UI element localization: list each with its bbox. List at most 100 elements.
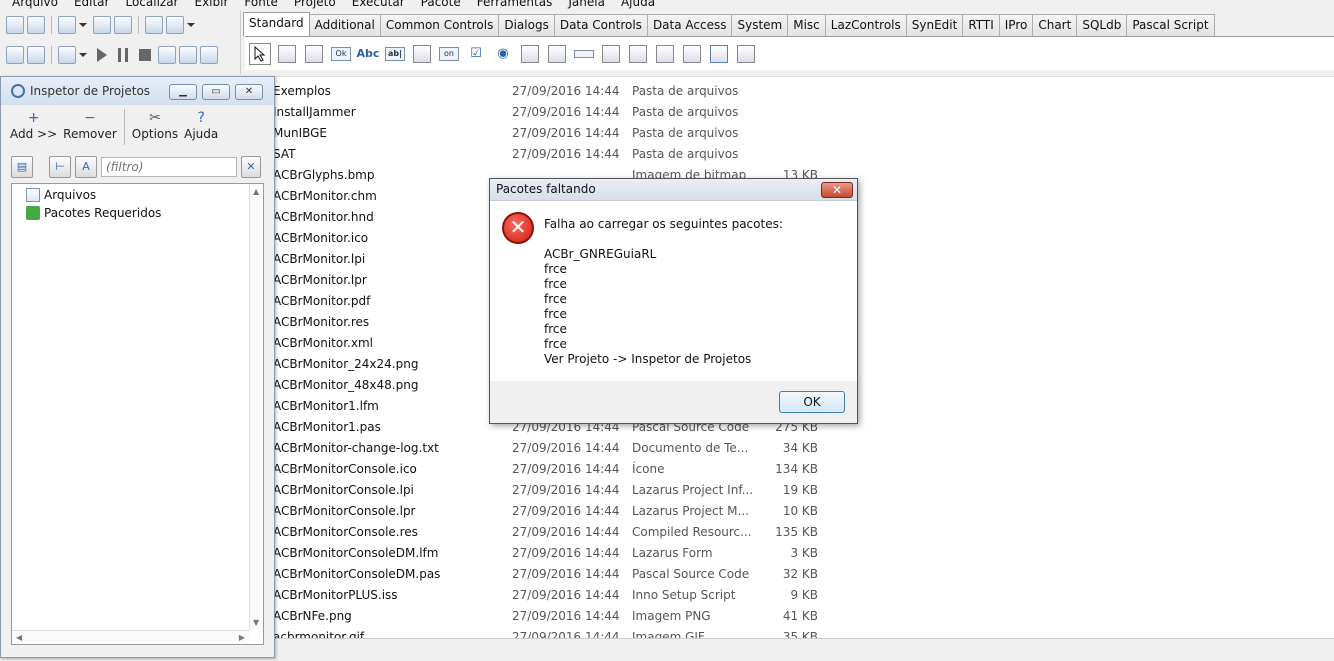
palette-tab[interactable]: Additional xyxy=(308,14,381,36)
sort-alpha-icon[interactable]: A xyxy=(75,156,97,178)
file-row[interactable]: ACBrMonitorConsole.lpi 27/09/2016 14:44 La… xyxy=(270,480,970,501)
pointer-tool-icon[interactable] xyxy=(249,42,271,65)
save-icon[interactable] xyxy=(93,16,111,34)
main-menu-component-icon[interactable] xyxy=(276,43,298,65)
palette-tab[interactable]: System xyxy=(731,14,789,36)
horizontal-scrollbar[interactable]: ◀ ▶ xyxy=(12,630,249,644)
palette-tab[interactable]: Common Controls xyxy=(379,14,500,36)
view-dropdown-icon[interactable] xyxy=(187,23,195,27)
open-folder-icon[interactable]: ▤ xyxy=(11,156,33,178)
file-row[interactable]: ACBrMonitorPLUS.iss 27/09/2016 14:44 Inno … xyxy=(270,585,970,606)
menu-item[interactable]: Ferramentas xyxy=(477,0,561,10)
palette-tab[interactable]: Standard xyxy=(243,12,310,36)
popup-menu-component-icon[interactable] xyxy=(303,43,325,65)
options-button[interactable]: ✂ Options xyxy=(129,109,181,141)
file-row[interactable]: ACBrMonitor-change-log.txt 27/09/2016 14:… xyxy=(270,438,970,459)
file-row[interactable]: Exemplos 27/09/2016 14:44 Pasta de arquivo… xyxy=(270,81,970,102)
groupbox-component-icon[interactable] xyxy=(600,43,622,65)
dialog-titlebar[interactable]: Pacotes faltando ✕ xyxy=(490,179,857,201)
file-row[interactable]: MunIBGE 27/09/2016 14:44 Pasta de arquivos xyxy=(270,123,970,144)
palette-tab[interactable]: Dialogs xyxy=(498,14,555,36)
menu-item[interactable]: Localizar xyxy=(125,0,186,10)
show-tree-icon[interactable]: ⊢ xyxy=(49,156,71,178)
toggle-form-unit-icon[interactable] xyxy=(145,16,163,34)
build-dropdown-icon[interactable] xyxy=(79,53,87,57)
file-row[interactable]: ACBrNFe.png 27/09/2016 14:44 Imagem PNG 41 … xyxy=(270,606,970,627)
tree-node-files[interactable]: Arquivos xyxy=(26,186,96,204)
scroll-down-icon[interactable]: ▼ xyxy=(253,618,259,627)
step-out-icon[interactable] xyxy=(200,46,218,64)
change-mode-icon[interactable] xyxy=(27,46,45,64)
minimize-button[interactable]: ▁ xyxy=(169,84,197,100)
scroll-right-icon[interactable]: ▶ xyxy=(239,633,245,642)
palette-tab[interactable]: IPro xyxy=(998,14,1034,36)
new-form-icon[interactable] xyxy=(27,16,45,34)
label-component-icon[interactable]: Abc xyxy=(357,43,380,65)
view-units-icon[interactable] xyxy=(6,46,24,64)
add-button[interactable]: + Add >> xyxy=(7,109,60,141)
palette-tab[interactable]: Chart xyxy=(1032,14,1078,36)
palette-tab[interactable]: Misc xyxy=(787,14,826,36)
menu-item[interactable]: Exibir xyxy=(195,0,237,10)
menu-item[interactable]: Editar xyxy=(74,0,118,10)
palette-tab[interactable]: Data Controls xyxy=(553,14,648,36)
checkgroup-component-icon[interactable] xyxy=(654,43,676,65)
palette-tab[interactable]: SynEdit xyxy=(905,14,964,36)
stop-icon[interactable] xyxy=(139,49,151,61)
remove-button[interactable]: − Remover xyxy=(60,109,120,141)
toggle-box-component-icon[interactable]: on xyxy=(438,43,460,65)
combobox-component-icon[interactable] xyxy=(546,43,568,65)
scrollbar-component-icon[interactable] xyxy=(573,43,595,65)
scroll-left-icon[interactable]: ◀ xyxy=(16,633,22,642)
pause-icon[interactable] xyxy=(118,48,128,62)
action-list-component-icon[interactable] xyxy=(735,43,757,65)
edit-component-icon[interactable]: ab| xyxy=(384,43,406,65)
clear-filter-icon[interactable]: ✕ xyxy=(241,156,261,178)
build-mode-icon[interactable] xyxy=(58,46,76,64)
palette-tab[interactable]: SQLdb xyxy=(1076,14,1128,36)
menu-item[interactable]: Ajuda xyxy=(621,0,663,10)
frame-component-icon[interactable] xyxy=(708,43,730,65)
step-over-icon[interactable] xyxy=(179,46,197,64)
panel-component-icon[interactable] xyxy=(681,43,703,65)
file-row[interactable]: ACBrMonitorConsole.lpr 27/09/2016 14:44 La… xyxy=(270,501,970,522)
step-into-icon[interactable] xyxy=(158,46,176,64)
button-component-icon[interactable]: Ok xyxy=(330,43,352,65)
file-row[interactable]: acbrmonitor.gif 27/09/2016 14:44 Imagem GI… xyxy=(270,627,970,638)
menu-item[interactable]: Janela xyxy=(568,0,613,10)
palette-tab[interactable]: LazControls xyxy=(824,14,907,36)
new-unit-icon[interactable] xyxy=(6,16,24,34)
menu-item[interactable]: Executar xyxy=(352,0,413,10)
menu-item[interactable]: Pacote xyxy=(421,0,469,10)
maximize-button[interactable]: ▭ xyxy=(202,84,230,100)
open-dropdown-icon[interactable] xyxy=(79,23,87,27)
palette-tab[interactable]: Data Access xyxy=(646,14,733,36)
menu-item[interactable]: Fonte xyxy=(244,0,286,10)
filter-input[interactable] xyxy=(101,157,237,177)
view-forms-icon[interactable] xyxy=(166,16,184,34)
dialog-close-button[interactable]: ✕ xyxy=(821,182,853,198)
file-row[interactable]: ACBrMonitorConsole.res 27/09/2016 14:44 Co… xyxy=(270,522,970,543)
listbox-component-icon[interactable] xyxy=(519,43,541,65)
file-row[interactable]: SAT 27/09/2016 14:44 Pasta de arquivos xyxy=(270,144,970,165)
save-all-icon[interactable] xyxy=(114,16,132,34)
memo-component-icon[interactable] xyxy=(411,43,433,65)
run-icon[interactable] xyxy=(97,48,107,62)
file-row[interactable]: ACBrMonitorConsole.ico 27/09/2016 14:44 Íc… xyxy=(270,459,970,480)
close-window-button[interactable]: ✕ xyxy=(235,84,263,100)
scroll-up-icon[interactable]: ▲ xyxy=(253,187,259,196)
radiogroup-component-icon[interactable] xyxy=(627,43,649,65)
file-row[interactable]: ACBrMonitorConsoleDM.lfm 27/09/2016 14:44… xyxy=(270,543,970,564)
checkbox-component-icon[interactable]: ☑ xyxy=(465,43,487,65)
help-button[interactable]: ? Ajuda xyxy=(181,109,221,141)
inspector-titlebar[interactable]: Inspetor de Projetos ▁ ▭ ✕ xyxy=(1,77,274,105)
file-row[interactable]: ACBrMonitorConsoleDM.pas 27/09/2016 14:44… xyxy=(270,564,970,585)
radio-button-component-icon[interactable]: ◉ xyxy=(492,43,514,65)
open-icon[interactable] xyxy=(58,16,76,34)
tree-node-required-packages[interactable]: Pacotes Requeridos xyxy=(26,204,161,222)
vertical-scrollbar[interactable]: ▲ ▼ xyxy=(249,184,263,630)
menu-item[interactable]: Projeto xyxy=(294,0,344,10)
palette-tab[interactable]: RTTI xyxy=(962,14,1000,36)
menu-item[interactable]: Arquivo xyxy=(12,0,66,10)
file-row[interactable]: InstallJammer 27/09/2016 14:44 Pasta de ar… xyxy=(270,102,970,123)
